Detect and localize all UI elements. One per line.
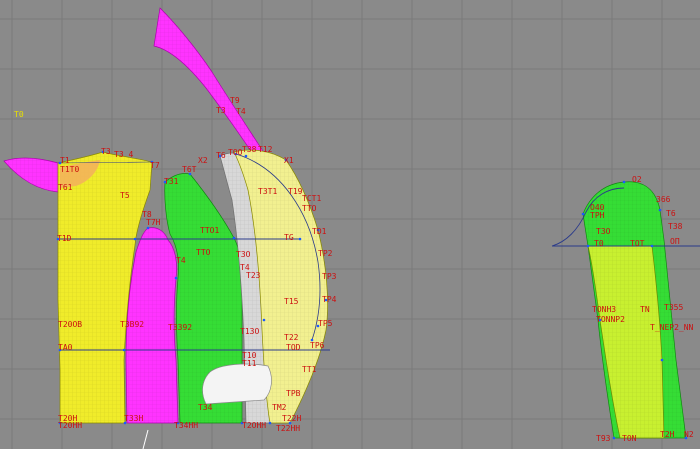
label: TOT xyxy=(630,239,645,248)
label: TP2 xyxy=(318,249,333,258)
pocket-patch[interactable] xyxy=(202,363,272,405)
label: T4 xyxy=(176,256,186,265)
construction-point xyxy=(586,244,590,248)
label: T6T xyxy=(182,165,197,174)
label: T13O xyxy=(240,327,259,336)
label: X2 xyxy=(198,156,208,165)
label: T5 xyxy=(120,191,130,200)
cad-canvas[interactable]: T0 T1 T1T0 T61 T3 T3 4 T7 T5 T1D T8 T7H … xyxy=(0,0,700,449)
label: T31 xyxy=(164,177,179,186)
pattern-drawing[interactable]: T0 T1 T1T0 T61 T3 T3 4 T7 T5 T1D T8 T7H … xyxy=(0,0,700,449)
construction-point xyxy=(146,226,150,230)
label: TM2 xyxy=(272,403,287,412)
label: T3 xyxy=(216,106,226,115)
construction-point xyxy=(622,180,626,184)
label: T3392 xyxy=(168,323,192,332)
label: T38 xyxy=(242,145,257,154)
construction-point xyxy=(658,208,662,212)
construction-point xyxy=(262,318,266,322)
label: TP3 xyxy=(322,272,337,281)
label: TON xyxy=(622,434,637,443)
label: TG xyxy=(284,233,294,242)
label: T20HH xyxy=(58,421,82,430)
cursor-line xyxy=(142,429,149,449)
construction-point xyxy=(232,236,236,240)
label: T34 xyxy=(198,403,213,412)
label: T3 4 xyxy=(114,150,133,159)
label: X1 xyxy=(284,156,294,165)
construction-point xyxy=(612,436,616,440)
label: T20OB xyxy=(58,320,82,329)
label: T22HH xyxy=(276,424,300,433)
label: TTO xyxy=(302,204,317,213)
label: T15 xyxy=(284,297,299,306)
label: TP5 xyxy=(318,319,333,328)
label: T19 xyxy=(288,187,303,196)
label: T3O xyxy=(236,250,251,259)
construction-point xyxy=(581,212,585,216)
construction-point xyxy=(174,276,178,280)
label: TA0 xyxy=(58,343,73,352)
label: TCT1 xyxy=(302,194,321,203)
label: T3B92 xyxy=(120,320,144,329)
label: N2 xyxy=(684,430,694,439)
label: TONH3 xyxy=(592,305,616,314)
label: T34HH xyxy=(174,421,198,430)
label: T61 xyxy=(58,183,73,192)
label: T7H xyxy=(146,218,161,227)
label-t0: T0 xyxy=(14,110,24,119)
label: T7 xyxy=(150,161,160,170)
label: T93 xyxy=(596,434,611,443)
label: T2OHH xyxy=(242,421,266,430)
label: T22H xyxy=(282,414,301,423)
label: T2H xyxy=(660,430,675,439)
label: TP6 xyxy=(310,341,325,350)
label: T11 xyxy=(242,359,257,368)
label: T22 xyxy=(284,333,299,342)
label: T1T0 xyxy=(60,165,79,174)
label: T23 xyxy=(246,271,261,280)
label: T_NEP2_NN xyxy=(650,323,694,332)
label: TTO xyxy=(196,248,211,257)
label: T1 xyxy=(60,156,70,165)
label: T6 xyxy=(216,151,226,160)
label: T0 xyxy=(594,239,604,248)
label: TP4 xyxy=(322,295,337,304)
construction-point xyxy=(650,244,654,248)
construction-point xyxy=(268,421,272,425)
construction-point xyxy=(133,237,137,241)
label: TTO1 xyxy=(200,226,219,235)
construction-point xyxy=(122,348,126,352)
label: T4 xyxy=(236,107,246,116)
label: T355 xyxy=(664,303,683,312)
label: T6 xyxy=(666,209,676,218)
label: TD1 xyxy=(312,227,327,236)
label: TPB xyxy=(286,389,301,398)
label: 366 xyxy=(656,195,671,204)
construction-point xyxy=(660,358,664,362)
label: TPH xyxy=(590,211,605,220)
label: TN xyxy=(640,305,650,314)
label: TOO xyxy=(228,148,243,157)
label: O2 xyxy=(632,175,642,184)
label: TONNP2 xyxy=(596,315,625,324)
label: TOD xyxy=(286,343,301,352)
label: T1D xyxy=(57,234,72,243)
label: T38 xyxy=(668,222,683,231)
label: T33H xyxy=(124,414,143,423)
label: T3T1 xyxy=(258,187,277,196)
label: ОП xyxy=(670,237,680,246)
label: T9 xyxy=(230,96,240,105)
construction-point xyxy=(298,237,302,241)
label: T3O xyxy=(596,227,611,236)
label: TT1 xyxy=(302,365,317,374)
label: T12 xyxy=(258,145,273,154)
label: T3 xyxy=(101,147,111,156)
construction-point xyxy=(244,154,248,158)
